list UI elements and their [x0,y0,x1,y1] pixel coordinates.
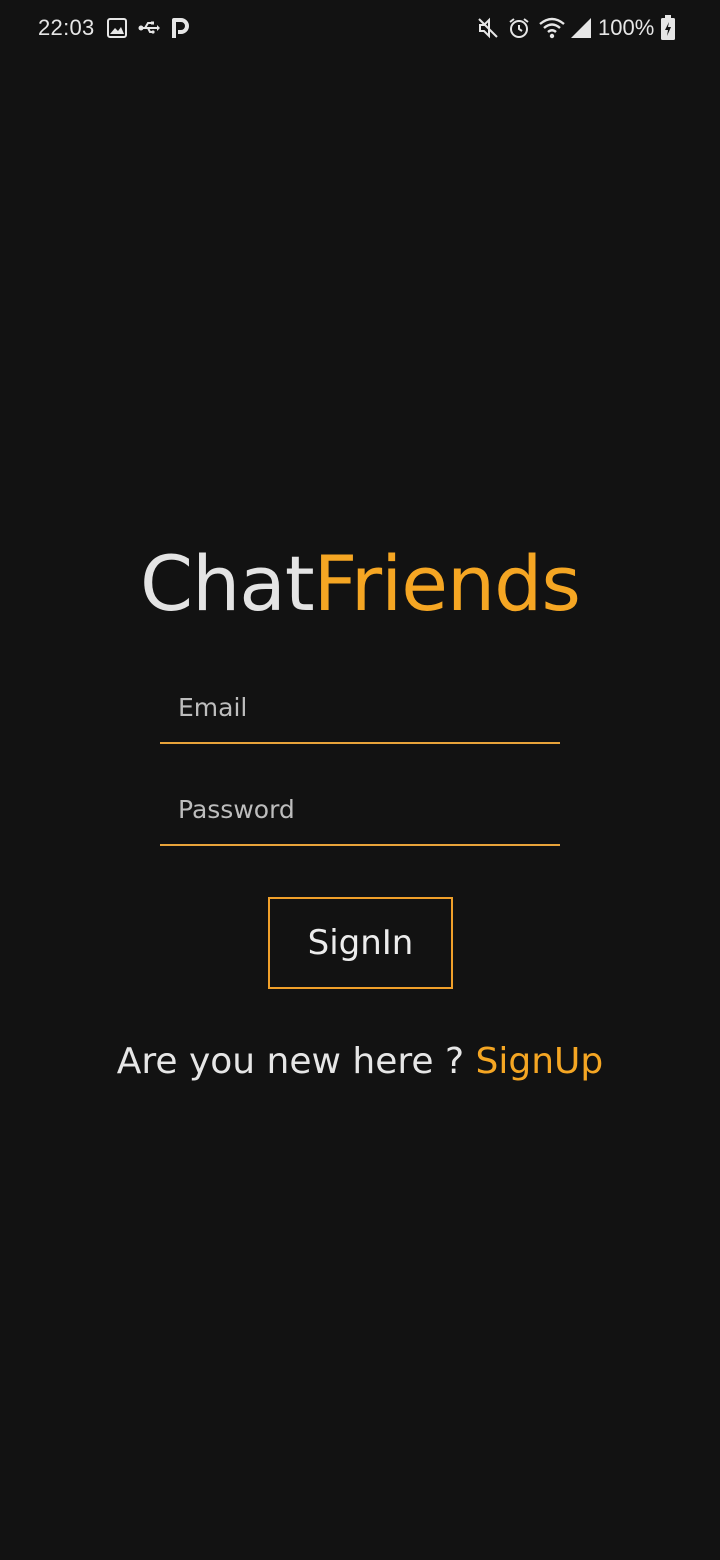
signup-prompt: Are you new here ? [116,1041,476,1082]
parking-icon [170,15,190,41]
login-screen: 22:03 100% ChatFriends Email SignIn Are … [0,0,720,1560]
battery-icon [660,15,676,41]
signup-link[interactable]: SignUp [476,1041,604,1082]
app-title-friends: Friends [313,539,581,628]
signal-icon [569,15,593,41]
image-icon [106,15,128,41]
status-time: 22:03 [38,15,95,40]
status-bar: 22:03 100% [0,0,720,56]
email-field[interactable] [160,672,560,742]
mute-icon [476,15,500,41]
signup-row: Are you new here ? SignUp [0,1038,720,1086]
battery-percent: 100% [598,15,655,40]
app-title: ChatFriends [0,540,720,628]
alarm-icon [507,15,531,41]
usb-icon [137,15,161,41]
signin-button[interactable]: SignIn [268,897,453,989]
app-title-chat: Chat [140,539,315,628]
email-field-container [160,672,560,744]
wifi-icon [539,15,565,41]
password-field-container [160,774,560,846]
password-field[interactable] [160,774,560,844]
